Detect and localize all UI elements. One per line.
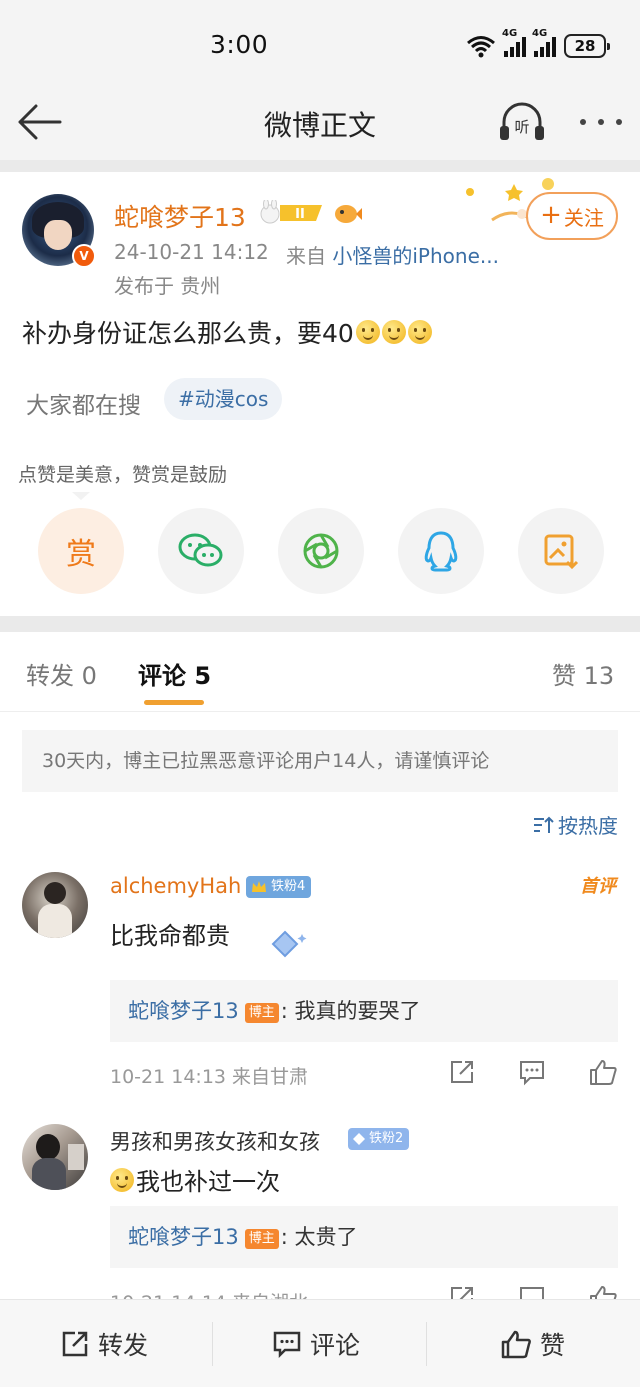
plus-icon: + bbox=[540, 200, 562, 230]
tab-comment[interactable]: 评论 5 bbox=[138, 656, 211, 691]
save-image-share-button[interactable] bbox=[518, 508, 604, 594]
diamond-decoration-icon bbox=[271, 930, 307, 958]
repost-icon bbox=[62, 1331, 88, 1357]
reward-tip-arrow bbox=[72, 492, 90, 500]
smile-emoji-icon bbox=[110, 1167, 134, 1192]
wechat-icon bbox=[178, 533, 223, 567]
author-name[interactable]: 蛇喰梦子13 bbox=[114, 198, 246, 234]
divider bbox=[0, 160, 640, 172]
svg-text:听: 听 bbox=[514, 118, 529, 136]
image-download-icon bbox=[544, 534, 579, 570]
share-row: 赏 bbox=[0, 508, 640, 596]
status-time: 3:00 bbox=[210, 30, 269, 59]
host-tag: 博主 bbox=[244, 1229, 279, 1249]
smile-emoji-icon bbox=[407, 320, 432, 344]
diamond-icon bbox=[353, 1133, 365, 1145]
post-time: 24-10-21 14:12 bbox=[114, 240, 269, 264]
trending-label: 大家都在搜 bbox=[26, 393, 141, 419]
smile-emoji-icon bbox=[355, 320, 380, 344]
comment-item: alchemyHah 铁粉4 首评 比我命都贵 蛇喰梦子13 博主: 我真的要哭了… bbox=[0, 872, 640, 1098]
author-reply[interactable]: 蛇喰梦子13 博主: 我真的要哭了 bbox=[110, 980, 618, 1042]
trending-tag[interactable]: #动漫cos bbox=[164, 378, 283, 420]
sort-icon bbox=[534, 816, 554, 833]
repost-button[interactable]: 转发 bbox=[60, 1326, 148, 1362]
commenter-avatar[interactable] bbox=[22, 872, 88, 938]
fish-badge-icon bbox=[335, 205, 362, 223]
moments-share-button[interactable] bbox=[278, 508, 364, 594]
comment-text: 我也补过一次 bbox=[110, 1162, 280, 1197]
tab-repost[interactable]: 转发 0 bbox=[26, 656, 97, 691]
qq-share-button[interactable] bbox=[398, 508, 484, 594]
post-card: V 蛇喰梦子13 II 24-10-21 14:12 来自 小怪兽的iPhone… bbox=[0, 172, 640, 616]
comment-icon[interactable] bbox=[518, 1284, 546, 1299]
member-medal-icon: II bbox=[260, 200, 322, 224]
headphones-listen-icon[interactable]: 听 bbox=[498, 100, 546, 144]
follow-button[interactable]: + 关注 bbox=[526, 192, 618, 240]
wechat-share-button[interactable] bbox=[158, 508, 244, 594]
host-tag: 博主 bbox=[244, 1003, 279, 1023]
comment-actions bbox=[448, 1284, 618, 1299]
post-source: 来自 小怪兽的iPhone... bbox=[286, 244, 499, 268]
svg-text:II: II bbox=[295, 207, 305, 222]
wifi-icon bbox=[467, 36, 495, 58]
post-content: 补办身份证怎么那么贵，要40 bbox=[22, 314, 432, 350]
bottom-action-bar: 转发 评论 赞 bbox=[0, 1299, 640, 1387]
comment-icon[interactable] bbox=[518, 1058, 546, 1086]
like-icon bbox=[501, 1330, 531, 1359]
repost-icon[interactable] bbox=[448, 1058, 476, 1086]
reward-button[interactable]: 赏 bbox=[38, 508, 124, 594]
comment-notice: 30天内，博主已拉黑恶意评论用户14人，请谨慎评论 bbox=[22, 730, 618, 792]
fan-badge: 铁粉4 bbox=[246, 876, 312, 898]
tab-like[interactable]: 赞 13 bbox=[552, 656, 614, 691]
divider bbox=[426, 1322, 427, 1366]
status-bar: 3:00 4G 4G 28 bbox=[0, 0, 640, 92]
comment-meta: 10-21 14:13 来自甘肃 bbox=[110, 1066, 309, 1088]
post-tabs: 转发 0 评论 5 赞 13 bbox=[0, 632, 640, 712]
reward-tip: 点赞是美意，赞赏是鼓励 bbox=[18, 464, 228, 486]
commenter-avatar[interactable] bbox=[22, 1124, 88, 1190]
commenter-name[interactable]: 男孩和男孩女孩和女孩 bbox=[110, 1126, 320, 1156]
fan-badge: 铁粉2 bbox=[348, 1128, 410, 1150]
nav-bar: 微博正文 听 bbox=[0, 92, 640, 160]
like-icon[interactable] bbox=[588, 1058, 618, 1086]
verified-badge-icon: V bbox=[72, 244, 96, 268]
status-icons: 4G 4G 28 bbox=[466, 28, 610, 62]
first-comment-badge: 首评 bbox=[580, 876, 616, 897]
moments-icon bbox=[303, 533, 339, 569]
post-location: 发布于 贵州 bbox=[114, 274, 221, 298]
crown-icon bbox=[252, 881, 266, 892]
comment-button[interactable]: 评论 bbox=[272, 1326, 360, 1362]
more-options-icon[interactable] bbox=[580, 102, 622, 142]
qq-icon bbox=[424, 531, 458, 572]
like-button[interactable]: 赞 bbox=[500, 1326, 565, 1362]
comment-icon bbox=[273, 1331, 301, 1359]
commenter-name[interactable]: alchemyHah bbox=[110, 874, 241, 898]
divider bbox=[0, 616, 640, 632]
source-device-link[interactable]: 小怪兽的iPhone... bbox=[332, 244, 499, 268]
sort-button[interactable]: 按热度 bbox=[532, 810, 618, 839]
signal-icon-2: 4G bbox=[532, 28, 556, 57]
signal-icon-1: 4G bbox=[502, 28, 526, 57]
comment-meta: 10-21 14:14 来自湖北 bbox=[110, 1288, 308, 1299]
repost-icon[interactable] bbox=[448, 1284, 476, 1299]
divider bbox=[212, 1322, 213, 1366]
comment-text: 比我命都贵 bbox=[110, 922, 230, 950]
like-icon[interactable] bbox=[588, 1284, 618, 1299]
author-reply[interactable]: 蛇喰梦子13 博主: 太贵了 bbox=[110, 1206, 618, 1268]
battery-indicator: 28 bbox=[564, 34, 610, 58]
comment-actions bbox=[448, 1058, 618, 1088]
active-tab-indicator bbox=[144, 700, 204, 705]
comment-item: 男孩和男孩女孩和女孩 铁粉2 我也补过一次 蛇喰梦子13博主: 太贵了 10-2… bbox=[0, 1124, 640, 1299]
smile-emoji-icon bbox=[381, 320, 406, 344]
